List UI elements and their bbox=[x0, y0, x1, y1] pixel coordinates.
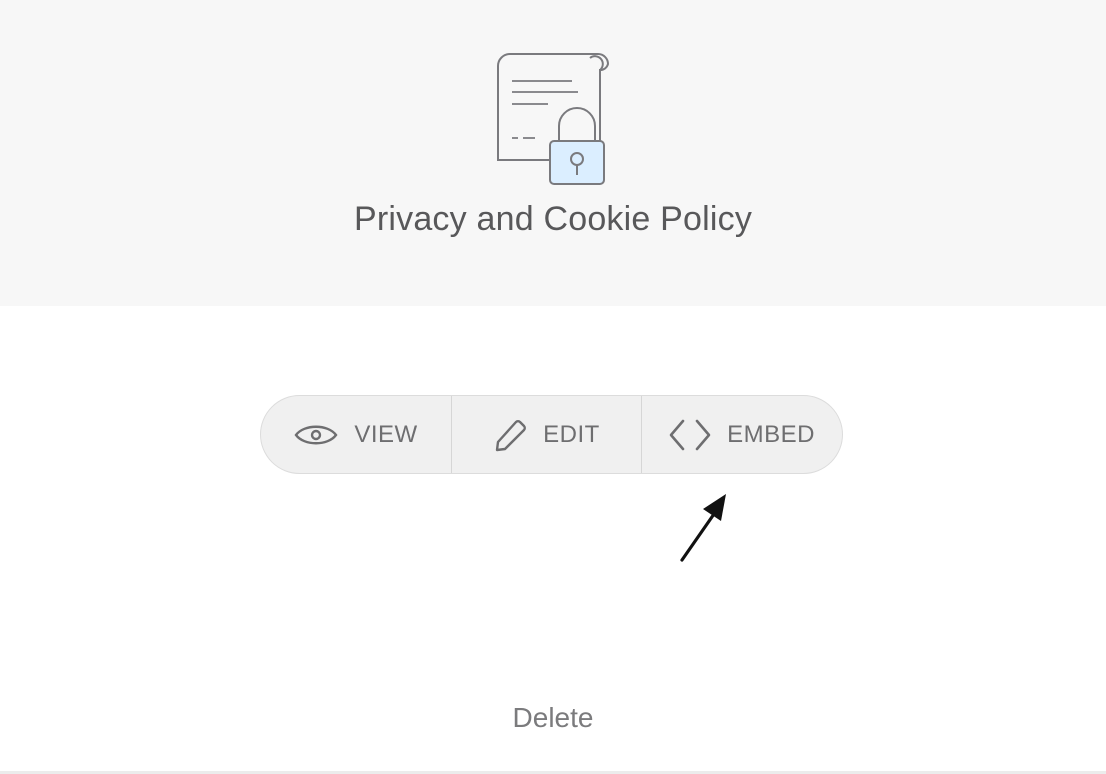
policy-page: Privacy and Cookie Policy VIEW EDIT EMBE… bbox=[0, 0, 1106, 774]
page-title: Privacy and Cookie Policy bbox=[353, 200, 753, 238]
embed-button[interactable]: EMBED bbox=[642, 396, 842, 473]
action-bar: VIEW EDIT EMBED bbox=[260, 395, 843, 474]
eye-icon bbox=[294, 421, 338, 449]
policy-header: Privacy and Cookie Policy bbox=[0, 0, 1106, 306]
view-label: VIEW bbox=[354, 420, 418, 448]
edit-button[interactable]: EDIT bbox=[452, 396, 642, 473]
delete-link[interactable]: Delete bbox=[0, 702, 1106, 734]
edit-label: EDIT bbox=[543, 420, 600, 448]
pencil-icon bbox=[493, 418, 527, 452]
document-lock-icon bbox=[497, 53, 610, 185]
pointer-arrow-icon bbox=[680, 494, 726, 562]
code-brackets-icon bbox=[669, 419, 711, 451]
view-button[interactable]: VIEW bbox=[261, 396, 452, 473]
embed-label: EMBED bbox=[727, 420, 815, 448]
